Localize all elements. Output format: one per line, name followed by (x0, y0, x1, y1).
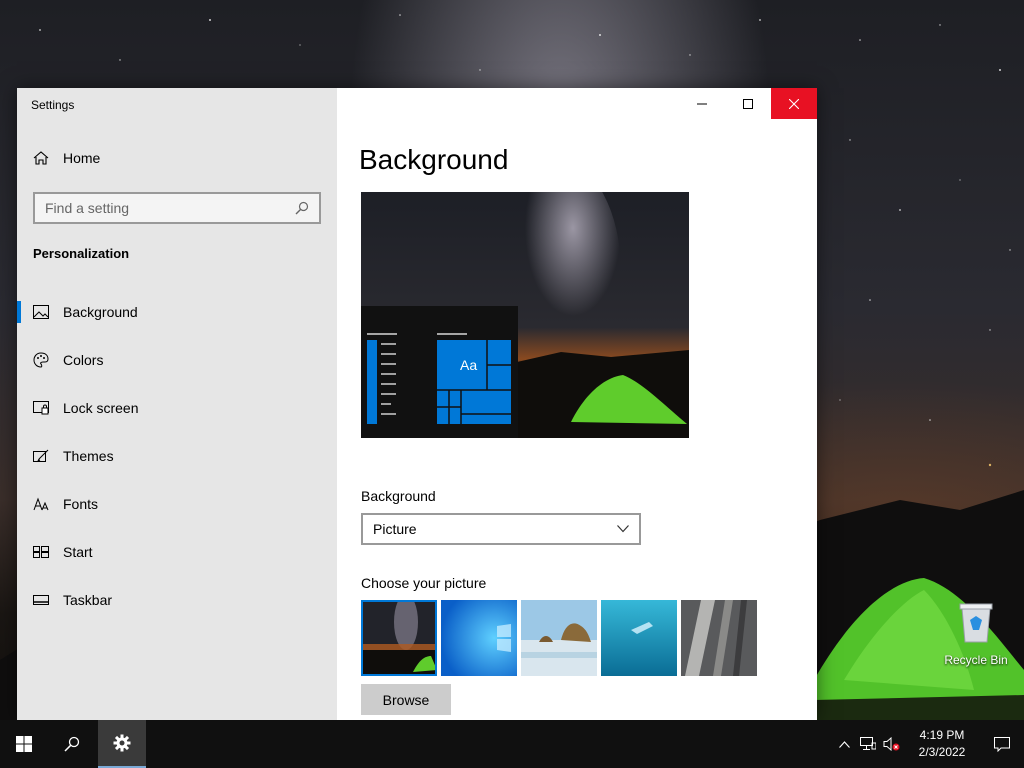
thumbnail-rock-texture[interactable] (681, 600, 757, 676)
sidebar-item-label: Lock screen (63, 400, 139, 416)
lock-screen-icon (33, 400, 49, 416)
fonts-icon (33, 496, 49, 512)
settings-window: Settings Home Find a setting Personaliza… (17, 88, 817, 720)
thumbnail-beach-rocks[interactable] (521, 600, 597, 676)
nav-list: Background Colors Lock screen Themes Fon… (17, 288, 337, 624)
volume-button[interactable] (880, 720, 904, 768)
action-center-button[interactable] (980, 720, 1024, 768)
picture-thumbnails (361, 600, 757, 676)
recycle-bin-icon (959, 603, 993, 643)
thumbnail-underwater[interactable] (601, 600, 677, 676)
thumbnail-night-sky[interactable] (361, 600, 437, 676)
close-icon (789, 98, 799, 109)
recycle-bin[interactable]: Recycle Bin (940, 600, 1012, 667)
close-button[interactable] (771, 88, 817, 119)
start-icon (33, 544, 49, 560)
window-controls (679, 88, 817, 119)
taskbar-icon (33, 592, 49, 608)
search-icon (64, 736, 80, 752)
background-label: Background (361, 488, 436, 504)
gear-icon (113, 734, 131, 752)
sidebar-item-label: Fonts (63, 496, 99, 512)
sidebar-item-taskbar[interactable]: Taskbar (17, 576, 337, 624)
search-icon (295, 201, 309, 215)
clock[interactable]: 4:19 PM 2/3/2022 (904, 727, 980, 761)
taskbar-search-button[interactable] (48, 720, 96, 768)
content-pane: Background Aa Background Picture Choose … (337, 88, 817, 720)
palette-icon (33, 352, 49, 368)
sidebar: Settings Home Find a setting Personaliza… (17, 88, 337, 720)
notification-icon (994, 736, 1010, 752)
choose-picture-label: Choose your picture (361, 575, 487, 591)
home-label: Home (63, 150, 101, 166)
window-title: Settings (31, 98, 75, 112)
sidebar-item-colors[interactable]: Colors (17, 336, 337, 384)
thumbnail-windows-blue[interactable] (441, 600, 517, 676)
background-type-dropdown[interactable]: Picture (361, 513, 641, 545)
preview-tile-text: Aa (460, 357, 477, 373)
windows-logo-icon (16, 736, 32, 752)
minimize-button[interactable] (679, 88, 725, 119)
sidebar-item-lock-screen[interactable]: Lock screen (17, 384, 337, 432)
chevron-down-icon (617, 525, 629, 533)
taskbar-settings-app[interactable] (98, 720, 146, 768)
sidebar-item-label: Background (63, 304, 138, 320)
recycle-bin-label: Recycle Bin (944, 653, 1008, 667)
sidebar-item-fonts[interactable]: Fonts (17, 480, 337, 528)
sidebar-item-themes[interactable]: Themes (17, 432, 337, 480)
sidebar-item-start[interactable]: Start (17, 528, 337, 576)
volume-muted-icon (883, 737, 900, 751)
start-button[interactable] (0, 720, 48, 768)
dropdown-value: Picture (373, 521, 417, 537)
home-icon (33, 151, 49, 165)
picture-icon (33, 304, 49, 320)
chevron-up-icon (838, 740, 850, 748)
background-preview: Aa (361, 192, 689, 438)
sidebar-item-label: Taskbar (63, 592, 113, 608)
browse-button[interactable]: Browse (361, 684, 451, 715)
sidebar-item-background[interactable]: Background (17, 288, 337, 336)
search-placeholder: Find a setting (45, 200, 130, 216)
network-icon (860, 737, 876, 750)
clock-time: 4:19 PM (919, 728, 965, 742)
maximize-button[interactable] (725, 88, 771, 119)
search-input[interactable]: Find a setting (33, 192, 321, 224)
home-link[interactable]: Home (33, 150, 100, 166)
network-button[interactable] (856, 720, 880, 768)
system-tray: 4:19 PM 2/3/2022 (832, 720, 1024, 768)
minimize-icon (697, 103, 707, 104)
show-hidden-icons-button[interactable] (832, 720, 856, 768)
clock-date: 2/3/2022 (918, 745, 966, 759)
section-title: Personalization (33, 246, 130, 261)
page-title: Background (359, 144, 509, 175)
sidebar-item-label: Themes (63, 448, 114, 464)
taskbar: 4:19 PM 2/3/2022 (0, 720, 1024, 768)
themes-icon (33, 448, 49, 464)
sidebar-item-label: Colors (63, 352, 104, 368)
sidebar-item-label: Start (63, 544, 93, 560)
maximize-icon (743, 98, 753, 109)
